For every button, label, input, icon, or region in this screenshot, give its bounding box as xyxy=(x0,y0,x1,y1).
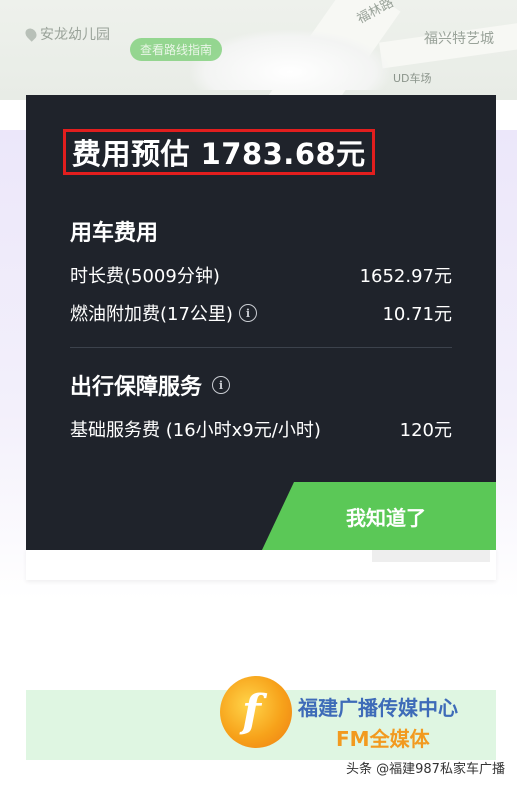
watermark-media-name: FM全媒体 xyxy=(336,727,430,751)
info-icon[interactable]: i xyxy=(238,304,257,322)
info-icon[interactable]: i xyxy=(212,376,231,394)
divider xyxy=(70,347,452,348)
section-protection-service: 出行保障服务 i xyxy=(70,369,231,401)
map-label-poi: 福兴特艺城 xyxy=(424,31,494,47)
title-highlight-box: 费用预估 1783.68元 xyxy=(63,129,375,175)
sheet-button-edge xyxy=(372,548,490,562)
fee-label: 基础服务费 (16小时x9元/小时) xyxy=(70,420,321,441)
fee-value: 120元 xyxy=(399,420,452,441)
dialog-title: 费用预估 1783.68元 xyxy=(72,137,366,171)
fee-value: 10.71元 xyxy=(382,304,452,325)
source-credit: 头条 @福建987私家车广播 xyxy=(346,762,505,777)
fee-row-fuel: 燃油附加费(17公里) i 10.71元 xyxy=(70,300,452,326)
map-label-poi-sub: UD车场 xyxy=(393,72,432,85)
fee-row-service: 基础服务费 (16小时x9元/小时) 120元 xyxy=(70,416,452,442)
watermark-org-name: 福建广播传媒中心 xyxy=(298,696,458,720)
fee-label: 燃油附加费(17公里) xyxy=(70,304,233,325)
location-pin-icon xyxy=(23,26,39,42)
fee-value: 1652.97元 xyxy=(359,266,452,287)
fee-label-group: 燃油附加费(17公里) i xyxy=(70,300,257,326)
fee-label: 时长费(5009分钟) xyxy=(70,266,220,287)
car-image xyxy=(190,30,390,90)
section-rental-fee: 用车费用 xyxy=(70,215,158,247)
map-label-kindergarten: 安龙幼儿园 xyxy=(23,24,110,44)
section-title: 用车费用 xyxy=(70,221,159,246)
fee-row-duration: 时长费(5009分钟) 1652.97元 xyxy=(70,262,452,288)
section-title: 出行保障服务 xyxy=(70,375,203,400)
fare-estimate-dialog: 费用预估 1783.68元 用车费用 时长费(5009分钟) 1652.97元 … xyxy=(26,95,496,550)
map-background: 安龙幼儿园 查看路线指南 福林路 福兴特艺城 UD车场 xyxy=(0,0,517,100)
confirm-button[interactable]: 我知道了 xyxy=(262,482,496,550)
route-guide-chip[interactable]: 查看路线指南 xyxy=(130,38,223,61)
broadcast-logo-icon: f xyxy=(220,676,292,748)
